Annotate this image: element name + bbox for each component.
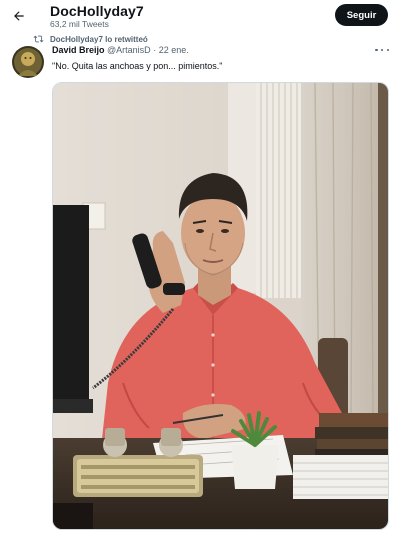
author-handle[interactable]: @ArtanisD — [107, 45, 151, 55]
retweet-indicator: DocHollyday7 lo retwitteó — [33, 33, 148, 45]
follow-button[interactable]: Seguir — [335, 4, 388, 26]
tweet-author-row: David Breijo @ArtanisD · 22 ene. — [52, 45, 189, 55]
tweet-photo[interactable] — [52, 82, 389, 530]
retweet-label[interactable]: DocHollyday7 lo retwitteó — [50, 35, 148, 44]
author-name[interactable]: David Breijo — [52, 45, 105, 55]
tweet-date[interactable]: 22 ene. — [159, 45, 189, 55]
avatar[interactable] — [12, 46, 44, 78]
more-icon — [375, 48, 378, 52]
more-button[interactable] — [375, 44, 389, 56]
tweet-text: "No. Quita las anchoas y pon... pimiento… — [52, 61, 223, 71]
profile-header: DocHollyday7 63,2 mil Tweets Seguir — [0, 0, 407, 32]
separator-dot: · — [153, 45, 157, 55]
arrow-left-icon — [14, 11, 24, 21]
retweet-icon — [33, 35, 44, 43]
profile-name: DocHollyday7 — [50, 3, 144, 19]
tweet-count: 63,2 mil Tweets — [50, 19, 109, 29]
back-button[interactable] — [9, 6, 29, 26]
